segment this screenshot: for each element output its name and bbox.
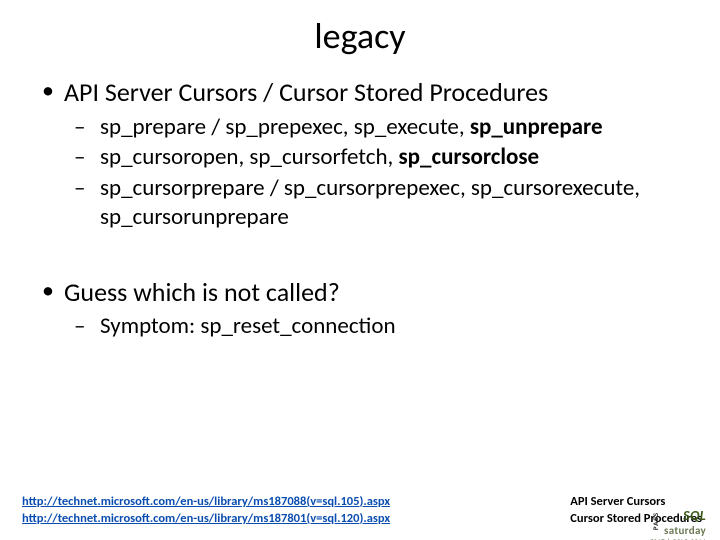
event-logo: PASS SQL saturday #317 | OSLO 2014 xyxy=(650,507,706,540)
sub-1-3-text: sp_cursorprepare / sp_cursorprepexec, sp… xyxy=(100,174,640,231)
sub-1-2-text: sp_cursoropen, sp_cursorfetch, xyxy=(100,143,398,171)
logo-main: PASS SQL saturday xyxy=(650,507,706,537)
sub-1-2: sp_cursoropen, sp_cursorfetch, sp_cursor… xyxy=(64,143,684,172)
bullet-1: API Server Cursors / Cursor Stored Proce… xyxy=(36,76,684,232)
bullet-2-label: Guess which is not called? xyxy=(64,276,340,308)
footer: http://technet.microsoft.com/en-us/libra… xyxy=(22,494,702,528)
sub-2-1: Symptom: sp_reset_connection xyxy=(64,312,684,341)
slide-body: API Server Cursors / Cursor Stored Proce… xyxy=(0,76,720,341)
spacer xyxy=(36,236,684,276)
sub-1-1: sp_prepare / sp_prepexec, sp_execute, sp… xyxy=(64,113,684,142)
sub-1-3: sp_cursorprepare / sp_cursorprepexec, sp… xyxy=(64,174,684,232)
footer-links: http://technet.microsoft.com/en-us/libra… xyxy=(22,494,390,528)
link-1[interactable]: http://technet.microsoft.com/en-us/libra… xyxy=(22,494,390,511)
bullet-list: API Server Cursors / Cursor Stored Proce… xyxy=(36,76,684,232)
sub-1-1-text: sp_prepare / sp_prepexec, sp_execute, xyxy=(100,113,470,141)
link-2[interactable]: http://technet.microsoft.com/en-us/libra… xyxy=(22,511,390,528)
bullet-1-label: API Server Cursors / Cursor Stored Proce… xyxy=(64,76,548,108)
saturday-text: saturday xyxy=(664,524,706,537)
bullet-2: Guess which is not called? Symptom: sp_r… xyxy=(36,276,684,341)
sub-1-1-bold: sp_unprepare xyxy=(470,113,603,141)
bullet-2-sublist: Symptom: sp_reset_connection xyxy=(64,312,684,341)
sub-2-1-text: Symptom: sp_reset_connection xyxy=(100,312,396,340)
slide: legacy API Server Cursors / Cursor Store… xyxy=(0,14,720,540)
bullet-list-2: Guess which is not called? Symptom: sp_r… xyxy=(36,276,684,341)
sub-1-2-bold: sp_cursorclose xyxy=(398,143,539,171)
sql-logo-text: SQL xyxy=(683,507,706,524)
pass-text: PASS xyxy=(651,512,660,530)
bullet-1-sublist: sp_prepare / sp_prepexec, sp_execute, sp… xyxy=(64,113,684,232)
slide-title: legacy xyxy=(0,14,720,58)
